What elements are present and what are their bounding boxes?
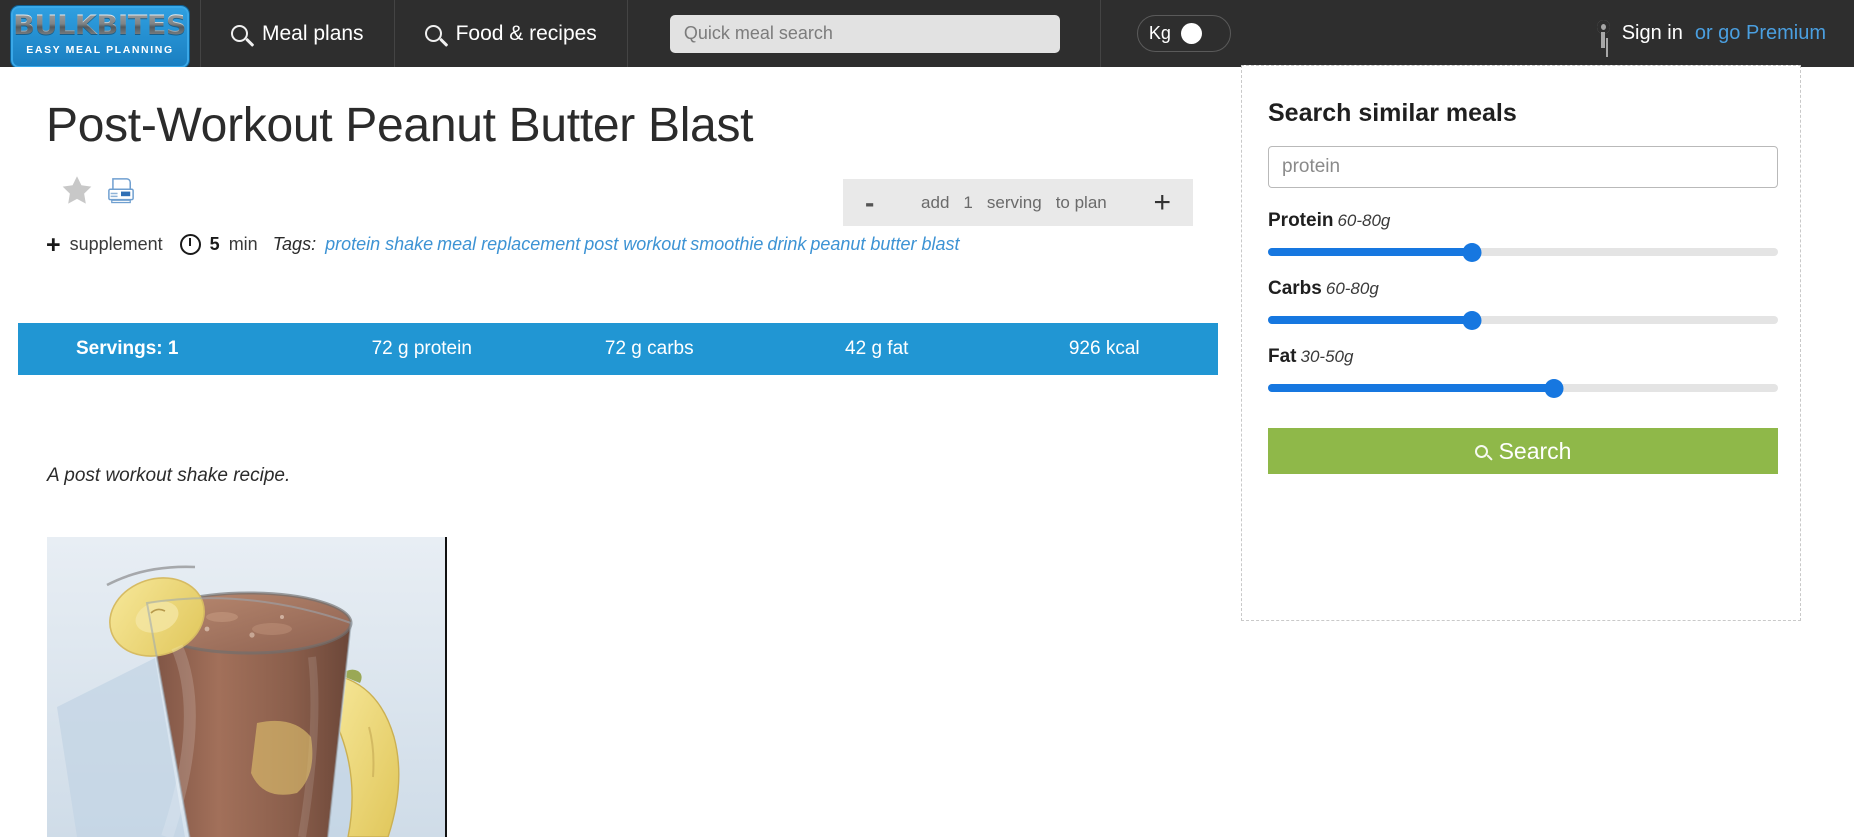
nav-item-label: Meal plans <box>262 21 364 45</box>
account-area: Sign in or go Premium <box>1596 0 1854 67</box>
nutrition-summary-bar: Servings: 1 72 g protein 72 g carbs 42 g… <box>18 323 1218 375</box>
toggle-knob[interactable] <box>1180 23 1202 44</box>
title-icon-group <box>60 174 136 207</box>
add-glyph-icon[interactable]: + <box>46 233 61 258</box>
carbs-filter-range: 60-80g <box>1325 279 1379 298</box>
tag-link[interactable]: protein shake <box>325 234 433 254</box>
protein-value: 72 g protein <box>371 338 472 359</box>
increase-serving-button[interactable]: + <box>1153 187 1171 218</box>
add-label: add <box>921 192 950 212</box>
quick-search-container <box>626 0 1101 67</box>
panel-title: Search similar meals <box>1268 99 1517 127</box>
tag-link[interactable]: smoothie <box>690 234 763 254</box>
similar-meals-panel: Search similar meals Protein60-80g Carbs… <box>1241 65 1801 621</box>
carbs-filter-name: Carbs <box>1268 278 1322 299</box>
protein-filter-range: 60-80g <box>1337 211 1391 230</box>
unit-toggle-label: Kg <box>1148 23 1171 43</box>
search-button-label: Search <box>1498 437 1572 464</box>
similar-meals-search-input[interactable] <box>1268 146 1778 188</box>
tag-link[interactable]: meal replacement <box>437 234 580 254</box>
tag-link[interactable]: post workout <box>584 234 686 254</box>
decrease-serving-button[interactable]: - <box>865 188 874 217</box>
page-title: Post-Workout Peanut Butter Blast <box>46 97 776 214</box>
slider-fill <box>1268 316 1472 324</box>
search-icon <box>227 21 252 46</box>
similar-meals-search-button[interactable]: Search <box>1268 428 1778 474</box>
search-icon <box>421 21 446 46</box>
star-icon[interactable] <box>60 174 94 207</box>
slider-knob[interactable] <box>1462 243 1482 262</box>
tag-link[interactable]: peanut butter blast <box>810 234 959 254</box>
clock-icon <box>179 234 201 256</box>
site-logo[interactable]: BULKBITES EASY MEAL PLANNING <box>0 0 200 68</box>
recipe-photo[interactable] <box>47 537 447 837</box>
tag-list: protein shake meal replacement post workou… <box>325 234 963 255</box>
slider-fill <box>1268 384 1554 392</box>
sign-in-link[interactable]: Sign in <box>1622 22 1683 45</box>
nav-item-label: Food & recipes <box>455 21 597 45</box>
carbs-filter-label: Carbs 60-80g <box>1268 278 1774 300</box>
protein-slider[interactable] <box>1268 243 1778 262</box>
carbs-slider[interactable] <box>1268 311 1778 330</box>
fat-value: 42 g fat <box>845 338 909 359</box>
slider-knob[interactable] <box>1462 311 1482 330</box>
key-icon <box>1596 19 1610 48</box>
calories-value: 926 kcal <box>1068 338 1140 359</box>
nav-item-meal-plans[interactable]: Meal plans <box>200 0 394 67</box>
fat-filter-label: Fat 30-50g <box>1268 346 1774 368</box>
unit-toggle-container: Kg <box>1101 0 1267 67</box>
main-content: Post-Workout Peanut Butter Blast - add 1… <box>0 67 1240 837</box>
servings-value: Servings: 1 <box>76 338 179 359</box>
logo-wordmark: BULKBITES <box>13 10 187 41</box>
printer-icon[interactable] <box>106 176 136 206</box>
prep-time-unit: min <box>228 234 258 255</box>
fat-slider[interactable] <box>1268 379 1778 398</box>
carbs-value: 72 g carbs <box>604 338 694 359</box>
serving-stepper: - add 1 serving to plan + <box>843 179 1193 226</box>
tags-label: Tags: <box>272 234 317 255</box>
recipe-title-text: Post-Workout Peanut Butter Blast <box>46 99 754 152</box>
top-navigation-bar: BULKBITES EASY MEAL PLANNING Meal plans … <box>0 0 1854 68</box>
logo-tagline: EASY MEAL PLANNING <box>26 44 174 56</box>
serving-word: serving <box>986 192 1042 212</box>
quick-search-input[interactable] <box>669 14 1060 53</box>
smoothie-photo-graphic <box>47 537 445 837</box>
slider-knob[interactable] <box>1544 379 1564 398</box>
recipe-description: A post workout shake recipe. <box>47 465 291 486</box>
tag-link[interactable]: drink <box>767 234 806 254</box>
protein-filter-name: Protein <box>1268 210 1334 231</box>
protein-filter-label: Protein 60-80g <box>1268 210 1774 232</box>
fat-filter-name: Fat <box>1268 346 1297 367</box>
serving-text-group: add 1 serving to plan <box>921 193 1107 213</box>
search-icon <box>1471 441 1491 461</box>
recipe-category: supplement <box>69 234 163 255</box>
to-plan-label: to plan <box>1055 192 1107 212</box>
nav-item-food-recipes[interactable]: Food & recipes <box>393 0 627 67</box>
go-premium-link[interactable]: or go Premium <box>1695 22 1826 45</box>
prep-time-value: 5 <box>209 234 220 255</box>
slider-fill <box>1268 248 1472 256</box>
fat-filter-range: 30-50g <box>1300 347 1354 366</box>
logo-badge: BULKBITES EASY MEAL PLANNING <box>11 6 189 68</box>
serving-count[interactable]: 1 <box>963 193 972 213</box>
unit-toggle[interactable]: Kg <box>1136 15 1231 52</box>
